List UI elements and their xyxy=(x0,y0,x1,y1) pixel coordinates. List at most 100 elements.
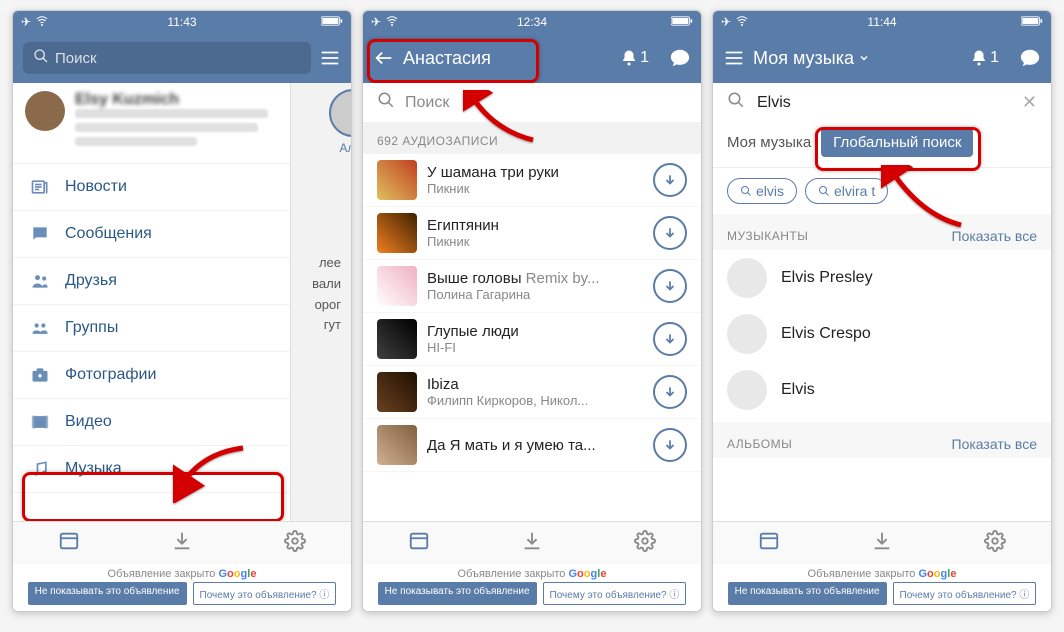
story-circle[interactable] xyxy=(329,89,351,137)
track-artist: Филипп Киркоров, Никол... xyxy=(427,393,643,408)
artist-row[interactable]: Elvis xyxy=(713,362,1051,418)
tab-settings-icon[interactable] xyxy=(984,530,1006,557)
bell-count: 1 xyxy=(990,49,999,67)
menu-button[interactable] xyxy=(319,47,341,69)
menu-item-camera[interactable]: Фотографии xyxy=(13,352,290,399)
track-title-grey: Remix by... xyxy=(522,270,600,287)
news-preview[interactable]: Elsy Kuzmich xyxy=(13,83,290,164)
artist-name: Elvis Crespo xyxy=(781,325,871,343)
show-all-albums[interactable]: Показать все xyxy=(952,436,1037,452)
global-search[interactable]: Поиск xyxy=(23,42,311,74)
film-icon xyxy=(29,411,51,433)
ad-footer: Объявление закрыто Google xyxy=(363,564,701,582)
download-button[interactable] xyxy=(653,428,687,462)
status-bar: ✈ 11:43 xyxy=(13,11,351,33)
wifi-icon xyxy=(35,15,49,30)
google-logo: Google xyxy=(218,568,256,580)
track-row[interactable]: Глупые людиHI-FI xyxy=(363,313,701,366)
menu-label: Друзья xyxy=(65,272,117,290)
tab-browser-icon[interactable] xyxy=(758,530,780,557)
track-row[interactable]: ЕгиптянинПикник xyxy=(363,207,701,260)
tab-my-music[interactable]: Моя музыка xyxy=(727,134,811,151)
artist-avatar xyxy=(727,370,767,410)
page-title[interactable]: Моя музыка xyxy=(753,48,870,69)
suggestion-pill[interactable]: elvira t xyxy=(805,178,888,204)
message-icon xyxy=(29,223,51,245)
back-button[interactable] xyxy=(373,47,395,69)
track-info: Выше головы Remix by...Полина Гагарина xyxy=(427,270,643,302)
ad-buttons: Не показывать это объявление Почему это … xyxy=(363,582,701,611)
messages-button[interactable] xyxy=(669,47,691,69)
download-button[interactable] xyxy=(653,216,687,250)
ad-dont-show-button[interactable]: Не показывать это объявление xyxy=(378,582,537,605)
tabs: Моя музыка Глобальный поиск xyxy=(713,122,1051,167)
clear-search-button[interactable]: ✕ xyxy=(1022,92,1037,113)
tab-settings-icon[interactable] xyxy=(284,530,306,557)
ad-why-button[interactable]: Почему это объявление? ⓘ xyxy=(543,582,687,605)
track-row[interactable]: Да Я мать и я умею та... xyxy=(363,419,701,472)
menu-item-film[interactable]: Видео xyxy=(13,399,290,446)
track-title: Выше головы xyxy=(427,270,522,287)
ad-why-button[interactable]: Почему это объявление? ⓘ xyxy=(193,582,337,605)
download-button[interactable] xyxy=(653,269,687,303)
search-icon xyxy=(377,91,395,114)
notifications-button[interactable]: 1 xyxy=(620,49,649,67)
music-icon xyxy=(29,458,51,480)
menu-item-message[interactable]: Сообщения xyxy=(13,211,290,258)
header: Моя музыка 1 xyxy=(713,33,1051,83)
notifications-button[interactable]: 1 xyxy=(970,49,999,67)
search-icon xyxy=(727,91,745,114)
messages-button[interactable] xyxy=(1019,47,1041,69)
ad-closed-text: Объявление закрыто xyxy=(808,568,916,580)
track-info: У шамана три рукиПикник xyxy=(427,164,643,196)
group-icon xyxy=(29,317,51,339)
tab-downloads-icon[interactable] xyxy=(871,530,893,557)
behind-text: лее вали орог гут xyxy=(301,253,341,336)
battery-icon xyxy=(671,15,693,30)
menu-item-music[interactable]: Музыка xyxy=(13,446,290,493)
track-artist: Пикник xyxy=(427,181,643,196)
suggestion-pill[interactable]: elvis xyxy=(727,178,797,204)
tab-browser-icon[interactable] xyxy=(408,530,430,557)
download-button[interactable] xyxy=(653,375,687,409)
tab-browser-icon[interactable] xyxy=(58,530,80,557)
ad-buttons: Не показывать это объявление Почему это … xyxy=(13,582,351,611)
header: Поиск xyxy=(13,33,351,83)
download-button[interactable] xyxy=(653,322,687,356)
status-bar: ✈ 12:34 xyxy=(363,11,701,33)
content: Elsy Kuzmich НовостиСообщения Друзья Групп… xyxy=(13,83,351,521)
track-row[interactable]: У шамана три рукиПикник xyxy=(363,154,701,207)
menu-button[interactable] xyxy=(723,47,745,69)
track-row[interactable]: Выше головы Remix by...Полина Гагарина xyxy=(363,260,701,313)
search-icon xyxy=(33,48,49,68)
ad-why-button[interactable]: Почему это объявление? ⓘ xyxy=(893,582,1037,605)
tab-downloads-icon[interactable] xyxy=(171,530,193,557)
track-artist: Полина Гагарина xyxy=(427,287,643,302)
tab-global-search[interactable]: Глобальный поиск xyxy=(821,128,973,157)
ad-dont-show-button[interactable]: Не показывать это объявление xyxy=(728,582,887,605)
background-content: Алек лее вали орог гут xyxy=(291,83,351,521)
tab-settings-icon[interactable] xyxy=(634,530,656,557)
bell-count: 1 xyxy=(640,49,649,67)
section-albums: АЛЬБОМЫ Показать все xyxy=(713,422,1051,458)
artist-row[interactable]: Elvis Presley xyxy=(713,250,1051,306)
track-title: Египтянин xyxy=(427,217,499,234)
show-all-musicians[interactable]: Показать все xyxy=(952,228,1037,244)
track-row[interactable]: IbizaФилипп Киркоров, Никол... xyxy=(363,366,701,419)
ad-footer: Объявление закрыто Google xyxy=(713,564,1051,582)
artist-row[interactable]: Elvis Crespo xyxy=(713,306,1051,362)
track-info: ЕгиптянинПикник xyxy=(427,217,643,249)
local-search[interactable]: Поиск xyxy=(363,83,701,122)
phone-screen-1: ✈ 11:43 Поиск xyxy=(12,10,352,612)
search-input[interactable] xyxy=(755,93,1012,113)
track-info: Да Я мать и я умею та... xyxy=(427,437,643,454)
ad-dont-show-button[interactable]: Не показывать это объявление xyxy=(28,582,187,605)
track-info: IbizaФилипп Киркоров, Никол... xyxy=(427,376,643,408)
menu-item-newspaper[interactable]: Новости xyxy=(13,164,290,211)
menu-item-users[interactable]: Друзья xyxy=(13,258,290,305)
track-art xyxy=(377,266,417,306)
tab-downloads-icon[interactable] xyxy=(521,530,543,557)
content: ✕ Моя музыка Глобальный поиск elvis elvir… xyxy=(713,83,1051,521)
download-button[interactable] xyxy=(653,163,687,197)
menu-item-group[interactable]: Группы xyxy=(13,305,290,352)
